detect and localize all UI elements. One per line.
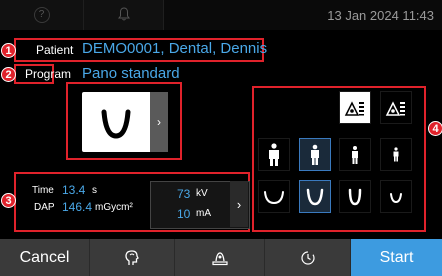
radiation-high-icon <box>385 100 405 116</box>
patient-label: Patient <box>36 43 74 57</box>
radiation-low-icon <box>344 100 364 116</box>
callout-4: 4 <box>428 121 442 136</box>
patient-positioning-icon <box>211 251 228 265</box>
dap-value: 146.4 <box>62 200 93 214</box>
top-bar: ? 13 Jan 2024 11:43 <box>0 0 442 30</box>
dap-unit: mGycm² <box>95 202 133 213</box>
patient-name[interactable]: DEMO0001, Dental, Dennis <box>82 40 267 57</box>
arch-child-button[interactable] <box>380 180 412 213</box>
start-label: Start <box>379 248 414 266</box>
patient-size-xl-button[interactable] <box>258 138 290 171</box>
person-child-icon <box>393 147 399 162</box>
arch-normal-button[interactable] <box>299 180 331 213</box>
cancel-label: Cancel <box>19 248 70 266</box>
time-unit: s <box>92 185 97 196</box>
arch-wide-icon <box>264 190 284 204</box>
ma-value: 10 <box>177 207 191 221</box>
time-label: Time <box>32 185 54 196</box>
arch-child-icon <box>390 192 402 203</box>
ma-unit: mA <box>196 208 211 219</box>
callout-3: 3 <box>1 193 16 208</box>
person-small-icon <box>352 145 358 164</box>
program-label: Program <box>25 67 72 81</box>
chevron-right-icon: › <box>236 196 242 212</box>
program-next-button[interactable]: › <box>150 92 168 152</box>
dose-level-low-button[interactable] <box>339 91 371 124</box>
person-medium-icon <box>311 144 319 165</box>
start-button[interactable]: Start <box>351 239 442 276</box>
positioning-button[interactable] <box>175 239 265 276</box>
time-value: 13.4 <box>62 183 86 197</box>
head-profile-icon <box>125 249 139 265</box>
pano-jaw-icon <box>101 109 131 139</box>
bell-icon <box>117 6 130 24</box>
help-segment[interactable]: ? <box>0 0 84 30</box>
dose-level-high-button[interactable] <box>380 91 412 124</box>
arch-normal-icon <box>306 188 324 205</box>
program-name: Pano standard <box>82 65 180 82</box>
datetime-segment: 13 Jan 2024 11:43 <box>164 0 442 30</box>
callout-2: 2 <box>1 67 16 82</box>
question-circle-icon: ? <box>33 7 50 23</box>
chevron-right-icon: › <box>157 115 161 129</box>
datetime: 13 Jan 2024 11:43 <box>327 7 434 23</box>
patient-size-m-button[interactable] <box>339 138 371 171</box>
person-large-icon <box>269 142 279 166</box>
kv-value: 73 <box>177 187 191 201</box>
patient-size-l-button[interactable] <box>299 138 331 171</box>
timer-icon <box>300 250 315 265</box>
arch-narrow-button[interactable] <box>339 180 371 213</box>
timer-button[interactable] <box>265 239 351 276</box>
arch-wide-button[interactable] <box>258 180 290 213</box>
exposure-next-button[interactable]: › <box>230 181 248 227</box>
patient-size-s-button[interactable] <box>380 138 412 171</box>
arch-narrow-icon <box>348 188 362 205</box>
bottom-bar: Cancel Start <box>0 239 442 276</box>
notifications-segment[interactable] <box>84 0 164 30</box>
callout-1: 1 <box>1 43 16 58</box>
dap-label: DAP <box>34 202 55 213</box>
cancel-button[interactable]: Cancel <box>0 239 90 276</box>
head-position-button[interactable] <box>90 239 175 276</box>
kv-unit: kV <box>196 188 208 199</box>
